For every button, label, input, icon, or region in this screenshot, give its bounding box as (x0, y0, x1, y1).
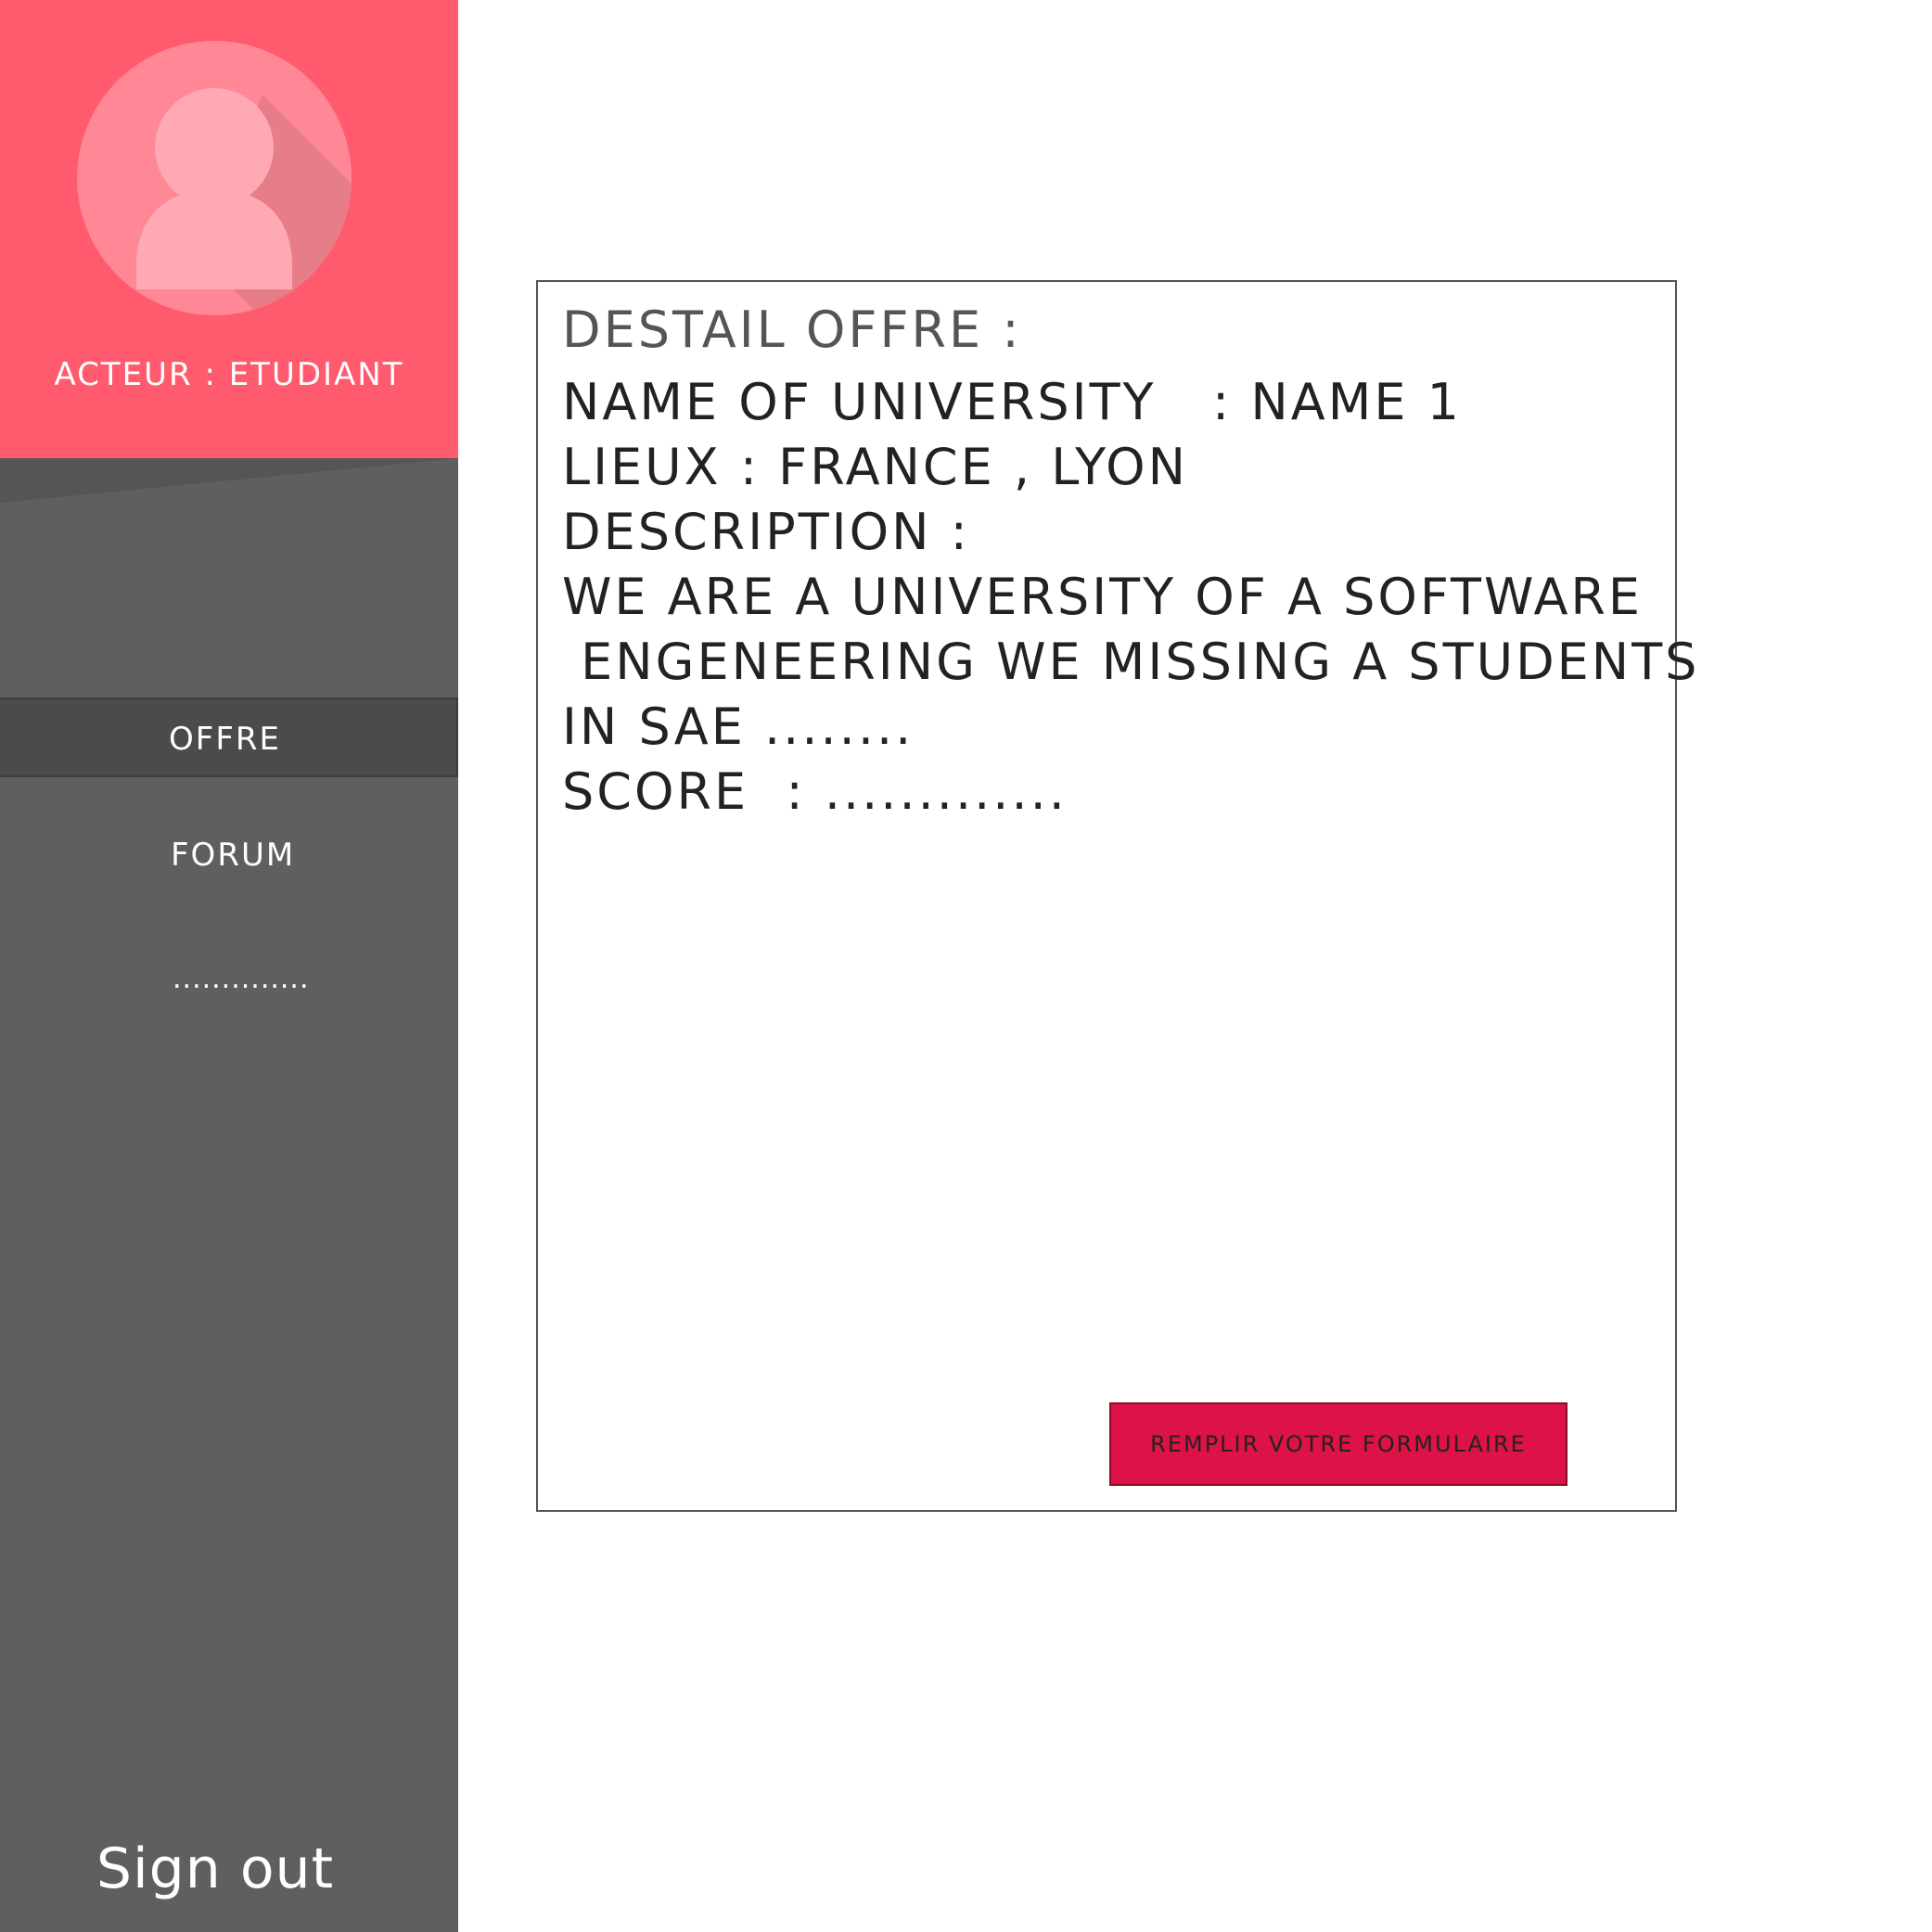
sidebar: ACTEUR : ETUDIANT OFFRE FORUM ..........… (0, 0, 458, 1932)
offer-detail-title: DESTAIL OFFRE : (562, 301, 1022, 359)
sidebar-item-forum[interactable]: FORUM (0, 827, 458, 883)
user-avatar-icon (77, 39, 352, 317)
location-line: LIEUX : FRANCE , LYON (562, 438, 1189, 496)
description-text-line: ENGENEERING WE MISSING A STUDENTS (562, 633, 1700, 691)
university-name-line: NAME OF UNIVERSITY : NAME 1 (562, 373, 1462, 431)
description-text-line: IN SAE ........ (562, 697, 915, 756)
profile-panel: ACTEUR : ETUDIANT (0, 0, 458, 458)
sidebar-item-offre[interactable]: OFFRE (0, 697, 458, 777)
sign-out-button[interactable]: Sign out (0, 1836, 430, 1901)
description-label: DESCRIPTION : (562, 503, 970, 561)
sidebar-divider (0, 458, 458, 503)
offer-detail-card: DESTAIL OFFRE : NAME OF UNIVERSITY : NAM… (536, 280, 1696, 1512)
role-label: ACTEUR : ETUDIANT (54, 356, 404, 393)
score-line: SCORE : ............. (562, 762, 1068, 821)
sidebar-item-more[interactable]: .............. (0, 952, 458, 1007)
fill-form-button[interactable]: REMPLIR VOTRE FORMULAIRE (1109, 1402, 1567, 1486)
description-text-line: WE ARE A UNIVERSITY OF A SOFTWARE (562, 568, 1644, 626)
